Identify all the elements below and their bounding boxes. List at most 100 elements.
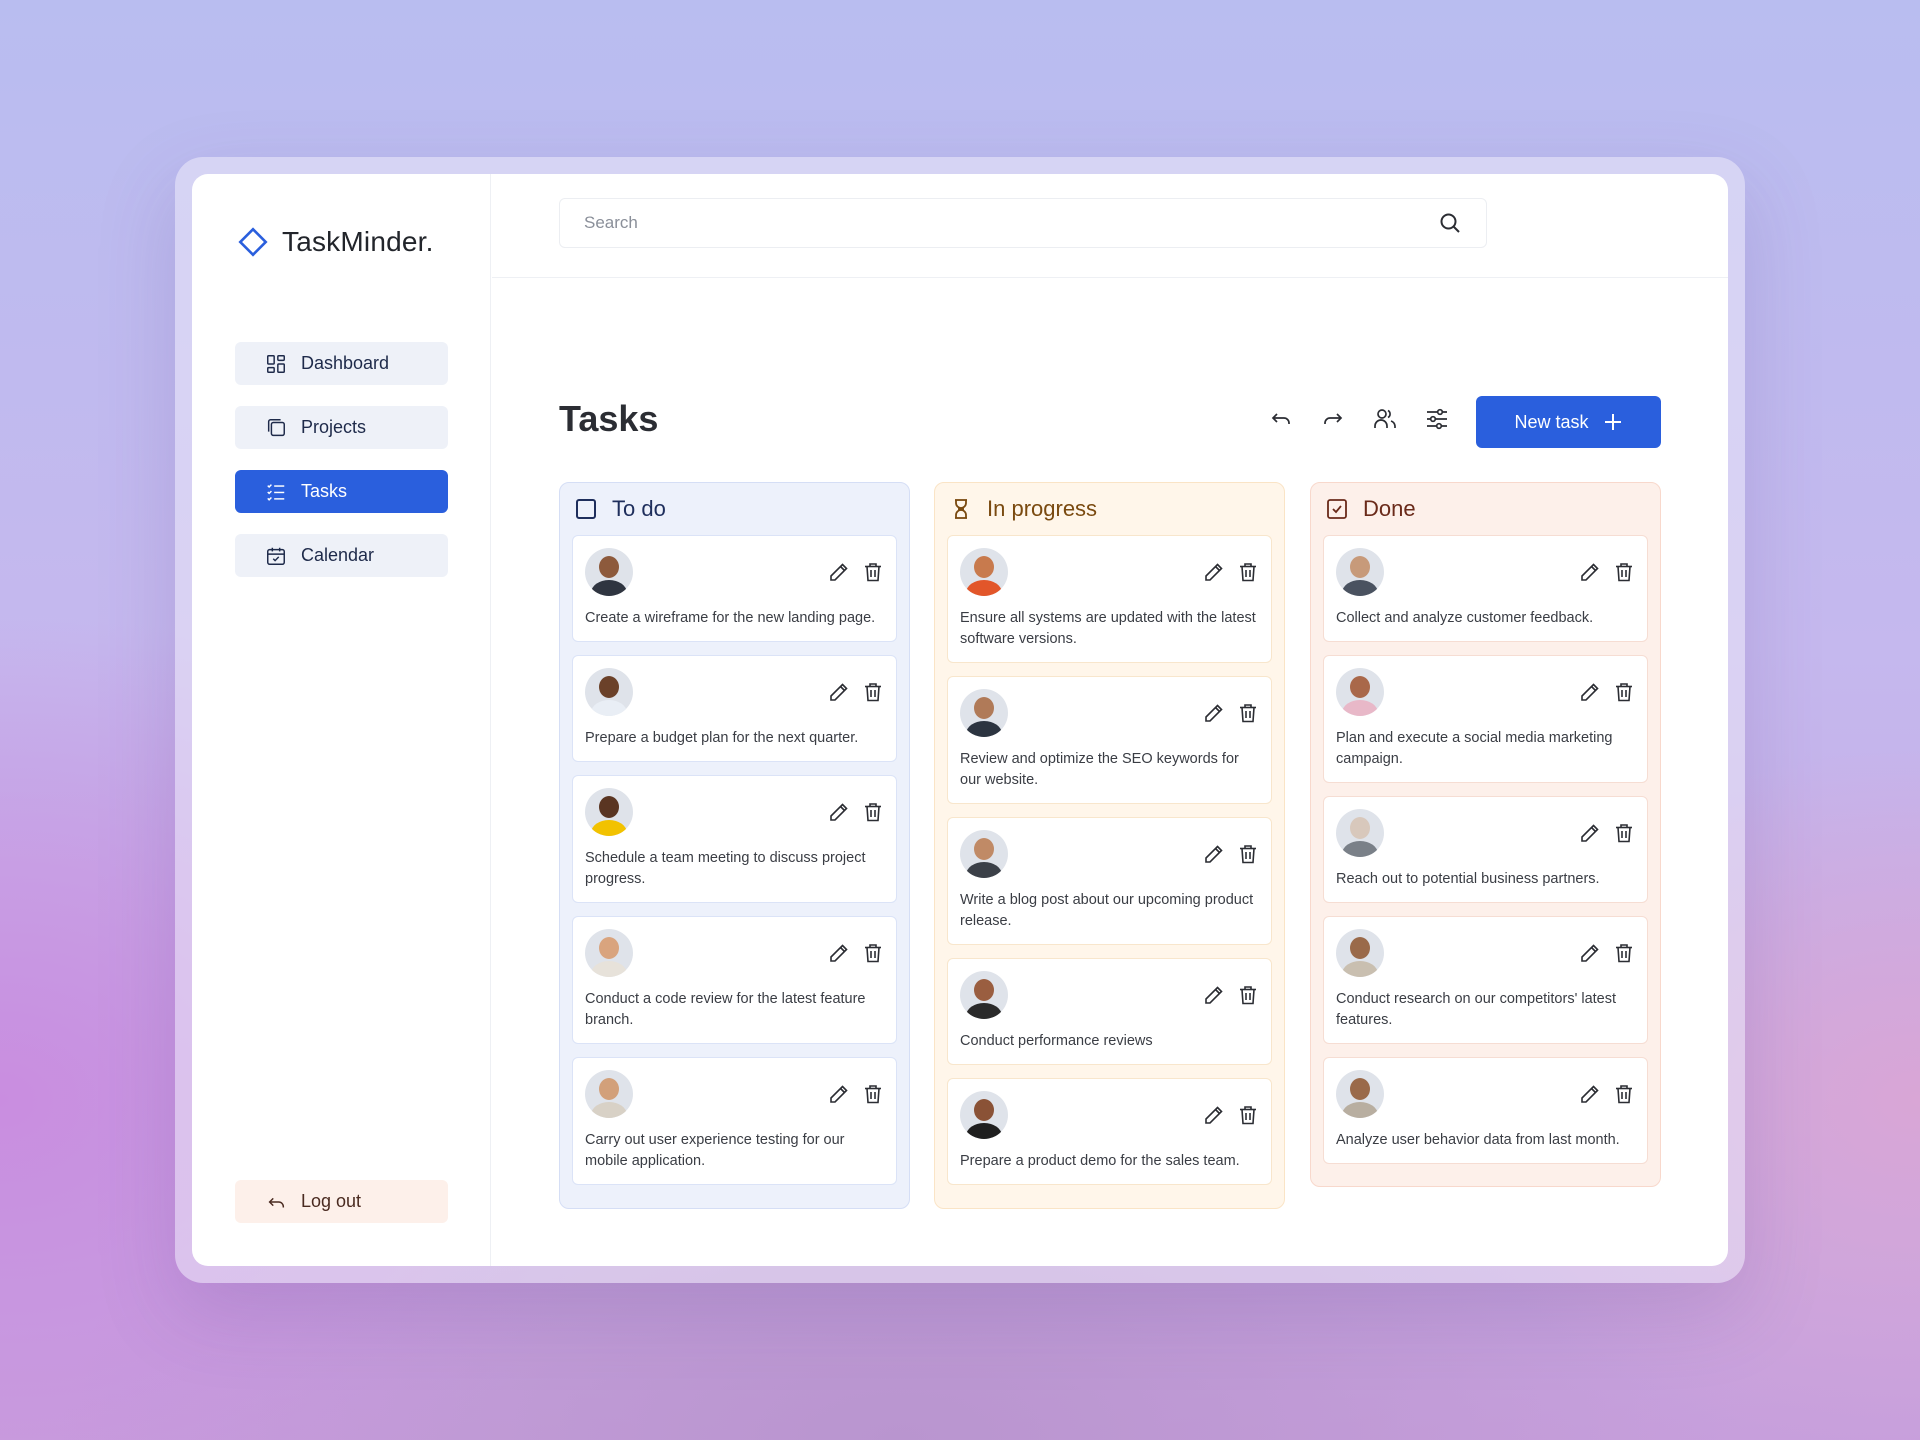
logout-icon xyxy=(268,1197,285,1207)
delete-trash-icon[interactable] xyxy=(862,942,884,964)
task-card-header xyxy=(1336,548,1635,596)
search-input[interactable] xyxy=(584,213,1384,233)
edit-pencil-icon[interactable] xyxy=(828,1083,850,1105)
delete-trash-icon[interactable] xyxy=(1613,681,1635,703)
task-card[interactable]: Review and optimize the SEO keywords for… xyxy=(947,676,1272,804)
new-task-label: New task xyxy=(1514,411,1589,432)
checkbox-empty-icon xyxy=(576,499,596,519)
task-card[interactable]: Conduct a code review for the latest fea… xyxy=(572,916,897,1044)
delete-trash-icon[interactable] xyxy=(1613,561,1635,583)
edit-pencil-icon[interactable] xyxy=(1203,702,1225,724)
edit-pencil-icon[interactable] xyxy=(1203,984,1225,1006)
delete-trash-icon[interactable] xyxy=(1237,984,1259,1006)
sidebar-item-dashboard[interactable]: Dashboard xyxy=(235,342,448,385)
task-card-header xyxy=(1336,668,1635,716)
edit-pencil-icon[interactable] xyxy=(1203,1104,1225,1126)
task-description: Create a wireframe for the new landing p… xyxy=(585,610,876,626)
edit-pencil-icon[interactable] xyxy=(828,942,850,964)
sidebar-item-projects[interactable]: Projects xyxy=(235,406,448,449)
sidebar-item-tasks[interactable]: Tasks xyxy=(235,470,448,513)
column-done: Done Collect and analyze customer feedba… xyxy=(1310,482,1661,1187)
assignee-avatar[interactable] xyxy=(960,1091,1008,1139)
edit-pencil-icon[interactable] xyxy=(1579,561,1601,583)
delete-trash-icon[interactable] xyxy=(1237,702,1259,724)
projects-icon xyxy=(267,418,285,436)
task-card[interactable]: Prepare a budget plan for the next quart… xyxy=(572,655,897,762)
task-card[interactable]: Reach out to potential business partners… xyxy=(1323,796,1648,903)
edit-pencil-icon[interactable] xyxy=(828,801,850,823)
task-card[interactable]: Conduct performance reviews xyxy=(947,958,1272,1065)
assignee-avatar[interactable] xyxy=(585,788,633,836)
task-card-header xyxy=(585,788,884,836)
edit-pencil-icon[interactable] xyxy=(1203,561,1225,583)
task-card[interactable]: Conduct research on our competitors' lat… xyxy=(1323,916,1648,1044)
delete-trash-icon[interactable] xyxy=(862,1083,884,1105)
task-description: Collect and analyze customer feedback. xyxy=(1336,610,1594,626)
assignee-avatar[interactable] xyxy=(1336,668,1384,716)
delete-trash-icon[interactable] xyxy=(1613,1083,1635,1105)
delete-trash-icon[interactable] xyxy=(1613,942,1635,964)
task-card[interactable]: Prepare a product demo for the sales tea… xyxy=(947,1078,1272,1185)
assignee-avatar[interactable] xyxy=(960,548,1008,596)
task-card[interactable]: Schedule a team meeting to discuss proje… xyxy=(572,775,897,903)
assignee-avatar[interactable] xyxy=(960,971,1008,1019)
task-card[interactable]: Carry out user experience testing for ou… xyxy=(572,1057,897,1185)
delete-trash-icon[interactable] xyxy=(862,681,884,703)
edit-pencil-icon[interactable] xyxy=(1579,1083,1601,1105)
assignee-avatar[interactable] xyxy=(585,548,633,596)
search-icon[interactable] xyxy=(1438,211,1462,235)
delete-trash-icon[interactable] xyxy=(862,561,884,583)
column-header: To do xyxy=(572,483,897,535)
users-icon[interactable] xyxy=(1372,406,1398,432)
edit-pencil-icon[interactable] xyxy=(828,681,850,703)
assignee-avatar[interactable] xyxy=(1336,548,1384,596)
task-card[interactable]: Analyze user behavior data from last mon… xyxy=(1323,1057,1648,1164)
task-card-header xyxy=(585,548,884,596)
task-card[interactable]: Plan and execute a social media marketin… xyxy=(1323,655,1648,783)
task-card-actions xyxy=(828,1083,884,1105)
delete-trash-icon[interactable] xyxy=(1237,1104,1259,1126)
edit-pencil-icon[interactable] xyxy=(1579,822,1601,844)
sidebar-item-calendar[interactable]: Calendar xyxy=(235,534,448,577)
logout-button[interactable]: Log out xyxy=(235,1180,448,1223)
delete-trash-icon[interactable] xyxy=(1237,843,1259,865)
task-card[interactable]: Ensure all systems are updated with the … xyxy=(947,535,1272,663)
task-card[interactable]: Create a wireframe for the new landing p… xyxy=(572,535,897,642)
task-card-header xyxy=(960,689,1259,737)
task-card-header xyxy=(960,971,1259,1019)
assignee-avatar[interactable] xyxy=(960,689,1008,737)
assignee-avatar[interactable] xyxy=(1336,809,1384,857)
task-description: Reach out to potential business partners… xyxy=(1336,871,1600,887)
undo-icon[interactable] xyxy=(1268,406,1294,432)
task-description: Plan and execute a social media marketin… xyxy=(1336,730,1613,767)
task-card-actions xyxy=(1203,1104,1259,1126)
task-description: Write a blog post about our upcoming pro… xyxy=(960,892,1254,929)
filter-sliders-icon[interactable] xyxy=(1424,406,1450,432)
task-card-actions xyxy=(828,801,884,823)
task-card-actions xyxy=(1203,561,1259,583)
delete-trash-icon[interactable] xyxy=(1613,822,1635,844)
edit-pencil-icon[interactable] xyxy=(1579,942,1601,964)
redo-icon[interactable] xyxy=(1320,406,1346,432)
delete-trash-icon[interactable] xyxy=(1237,561,1259,583)
task-toolbar xyxy=(1268,406,1450,432)
logo[interactable]: TaskMinder. xyxy=(238,226,434,258)
app-window: TaskMinder. Dashboard Projects Tasks Cal… xyxy=(192,174,1728,1266)
task-card[interactable]: Write a blog post about our upcoming pro… xyxy=(947,817,1272,945)
edit-pencil-icon[interactable] xyxy=(828,561,850,583)
assignee-avatar[interactable] xyxy=(960,830,1008,878)
new-task-button[interactable]: New task xyxy=(1476,396,1661,448)
edit-pencil-icon[interactable] xyxy=(1203,843,1225,865)
assignee-avatar[interactable] xyxy=(1336,929,1384,977)
assignee-avatar[interactable] xyxy=(585,668,633,716)
sidebar-item-label: Projects xyxy=(301,417,367,437)
edit-pencil-icon[interactable] xyxy=(1579,681,1601,703)
task-card-header xyxy=(960,830,1259,878)
task-card-actions xyxy=(1203,843,1259,865)
task-card[interactable]: Collect and analyze customer feedback. xyxy=(1323,535,1648,642)
delete-trash-icon[interactable] xyxy=(862,801,884,823)
task-card-actions xyxy=(1579,561,1635,583)
assignee-avatar[interactable] xyxy=(585,1070,633,1118)
assignee-avatar[interactable] xyxy=(1336,1070,1384,1118)
assignee-avatar[interactable] xyxy=(585,929,633,977)
